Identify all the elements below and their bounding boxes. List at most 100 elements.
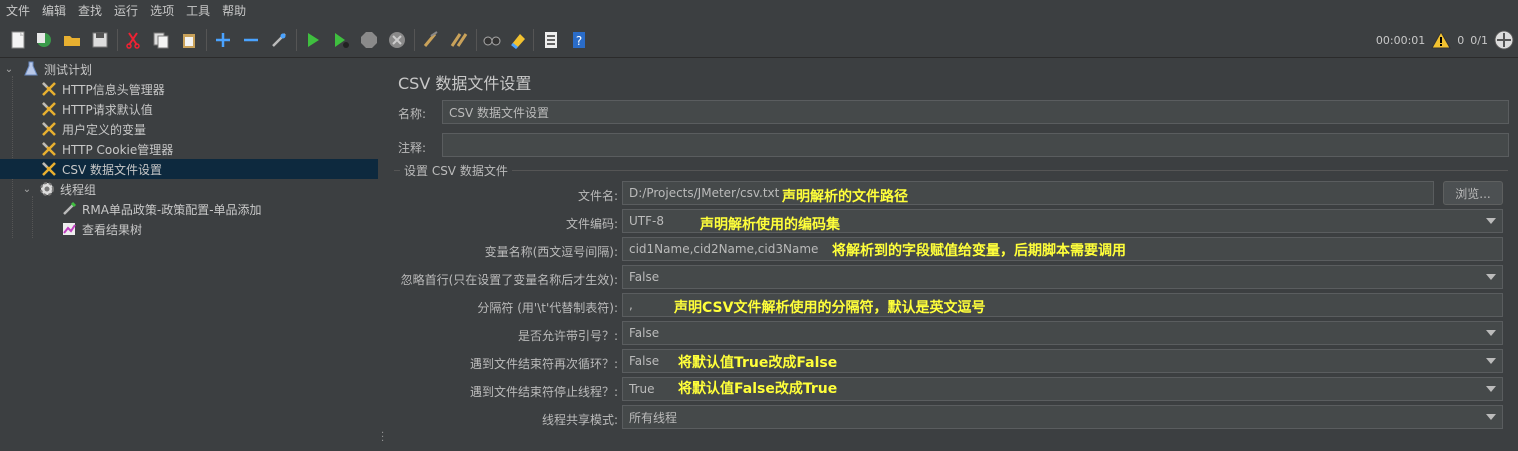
encoding-value: UTF-8 [629,214,664,228]
menu-edit[interactable]: 编辑 [36,0,72,22]
name-field[interactable]: CSV 数据文件设置 [442,100,1509,124]
comment-label: 注释: [398,141,427,155]
menu-tools[interactable]: 工具 [180,0,216,22]
warning-icon[interactable] [1431,31,1452,49]
start-no-pause-icon[interactable] [330,29,352,51]
remote-icon[interactable] [1494,30,1514,50]
wrench-screwdriver-icon [40,140,58,158]
chevron-down-icon [1486,386,1496,392]
allow-quoted-select[interactable]: False [622,321,1503,345]
search-icon[interactable] [481,29,503,51]
stop-icon[interactable] [358,29,380,51]
comment-field[interactable] [442,133,1509,157]
gear-icon [38,180,56,198]
allow-quoted-value: False [629,326,660,340]
delimiter-value: , [629,298,633,312]
annotation-delimiter: 声明CSV文件解析使用的分隔符，默认是英文逗号 [674,300,986,316]
group-title: 设置 CSV 数据文件 [400,162,512,179]
tree-item-label: HTTP请求默认值 [62,102,153,117]
chevron-down-icon [1486,218,1496,224]
filename-label: 文件名: [577,189,618,203]
tree-item-sampler[interactable]: RMA单品政策-政策配置-单品添加 [0,199,378,219]
tree-item-label: 线程组 [60,182,97,197]
collapse-icon[interactable] [240,29,262,51]
menu-options[interactable]: 选项 [144,0,180,22]
chevron-down-icon [1486,330,1496,336]
warning-count: 0 [1457,33,1465,47]
reset-search-icon[interactable] [507,29,529,51]
stop-thread-eof-value: True [629,382,655,396]
status-area: 00:00:01 0 0/1 [1376,23,1514,57]
tree-item-csv-data-set[interactable]: CSV 数据文件设置 [0,159,378,179]
tree-item-cookie-manager[interactable]: HTTP Cookie管理器 [0,139,378,159]
ignore-first-line-select[interactable]: False [622,265,1503,289]
variable-names-value: cid1Name,cid2Name,cid3Name [629,242,819,256]
templates-icon[interactable] [33,29,55,51]
annotation-recycle-eof: 将默认值True改成False [678,355,838,371]
recycle-eof-label: 遇到文件结束符再次循环？: [469,357,618,371]
encoding-label: 文件编码: [565,217,618,231]
panel-title: CSV 数据文件设置 [398,74,532,93]
csv-config-panel: CSV 数据文件设置 名称: CSV 数据文件设置 注释: 设置 CSV 数据文… [386,58,1518,451]
filename-value: D:/Projects/JMeter/csv.txt [629,186,780,200]
stop-thread-eof-label: 遇到文件结束符停止线程？: [469,385,618,399]
tree-item-label: HTTP Cookie管理器 [62,142,174,157]
new-icon[interactable] [7,29,29,51]
splitter-grip-icon[interactable]: · · · [381,429,384,447]
start-icon[interactable] [302,29,324,51]
save-icon[interactable] [89,29,111,51]
tree-item-label: 测试计划 [44,62,93,77]
cut-icon[interactable] [122,29,144,51]
menu-run[interactable]: 运行 [108,0,144,22]
recycle-eof-value: False [629,354,660,368]
tree-item-results-tree[interactable]: 查看结果树 [0,219,378,239]
toggle-icon[interactable] [268,29,290,51]
test-plan-tree: ⌄ 测试计划 HTTP信息头管理器 HTTP请求默认值 用户定义的变量 HTTP… [0,58,381,451]
toolbar: ? [0,23,1518,58]
annotation-variable-names: 将解析到的字段赋值给变量，后期脚本需要调用 [832,243,1126,259]
expand-icon[interactable] [212,29,234,51]
allow-quoted-label: 是否允许带引号？: [517,329,618,343]
tree-item-test-plan[interactable]: ⌄ 测试计划 [0,59,378,79]
help-icon[interactable]: ? [568,29,590,51]
flask-icon [22,60,40,78]
delimiter-label: 分隔符 (用'\t'代替制表符): [477,301,618,315]
clear-all-icon[interactable] [448,29,470,51]
paste-icon[interactable] [178,29,200,51]
sharing-mode-label: 线程共享模式: [541,413,618,427]
filename-input[interactable]: D:/Projects/JMeter/csv.txt [622,181,1434,205]
menu-file[interactable]: 文件 [0,0,36,22]
chevron-down-icon[interactable]: ⌄ [20,184,34,195]
chart-icon [60,220,78,238]
tree-item-header-manager[interactable]: HTTP信息头管理器 [0,79,378,99]
tree-item-request-defaults[interactable]: HTTP请求默认值 [0,99,378,119]
shutdown-icon[interactable] [386,29,408,51]
tree-item-label: CSV 数据文件设置 [62,162,163,177]
annotation-filename: 声明解析的文件路径 [782,189,908,205]
pipette-icon [60,200,78,218]
menu-help[interactable]: 帮助 [216,0,252,22]
wrench-screwdriver-icon [40,100,58,118]
clear-icon[interactable] [420,29,442,51]
chevron-down-icon[interactable]: ⌄ [2,64,16,75]
chevron-down-icon [1486,358,1496,364]
menu-search[interactable]: 查找 [72,0,108,22]
tree-item-thread-group[interactable]: ⌄ 线程组 [0,179,378,199]
browse-button[interactable]: 浏览... [1443,181,1503,205]
wrench-screwdriver-icon [40,80,58,98]
tree-item-label: 用户定义的变量 [62,122,147,137]
annotation-stop-thread-eof: 将默认值False改成True [678,381,838,397]
sharing-mode-select[interactable]: 所有线程 [622,405,1503,429]
copy-icon[interactable] [150,29,172,51]
tree-item-user-variables[interactable]: 用户定义的变量 [0,119,378,139]
ignore-first-line-label: 忽略首行(只在设置了变量名称后才生效): [400,273,618,287]
name-value: CSV 数据文件设置 [449,105,550,120]
open-icon[interactable] [61,29,83,51]
variable-names-label: 变量名称(西文逗号间隔): [484,245,618,259]
sharing-mode-value: 所有线程 [629,410,678,425]
chevron-down-icon [1486,274,1496,280]
chevron-down-icon [1486,414,1496,420]
menu-bar: 文件 编辑 查找 运行 选项 工具 帮助 [0,0,1518,22]
function-helper-icon[interactable] [540,29,562,51]
annotation-encoding: 声明解析使用的编码集 [700,217,840,233]
